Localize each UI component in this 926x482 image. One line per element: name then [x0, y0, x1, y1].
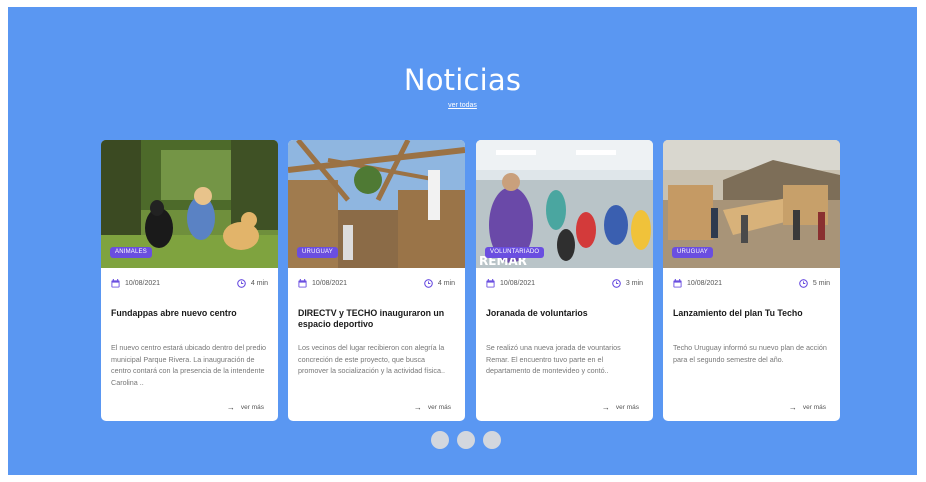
see-all-link-wrap: ver todas	[8, 102, 917, 109]
category-tag: VOLUNTARIADO	[485, 247, 545, 258]
card-title: Joranada de voluntarios	[486, 308, 588, 318]
carousel-pagination	[431, 431, 501, 449]
card-date: 10/08/2021	[312, 280, 348, 287]
read-more-label: ver más	[802, 404, 826, 411]
see-all-link[interactable]: ver todas	[448, 102, 477, 109]
card-title: Fundappas abre nuevo centro	[111, 308, 237, 318]
card-read-time: 4 min	[250, 280, 268, 287]
category-tag: URUGUAY	[672, 247, 713, 258]
calendar-icon	[298, 279, 307, 288]
card-date: 10/08/2021	[125, 280, 161, 287]
read-more-label: ver más	[615, 404, 639, 411]
news-card-1[interactable]: ANIMALES 10/08/2021 4 min Fundappas abre…	[101, 140, 278, 421]
read-more-link[interactable]: → ver más	[789, 403, 826, 412]
news-card-2[interactable]: URUGUAY 10/08/2021 4 min DIRECTV y TECHO…	[288, 140, 465, 421]
card-excerpt: Los vecinos del lugar recibieron con ale…	[298, 343, 446, 375]
carousel-dot-2[interactable]	[457, 431, 475, 449]
news-card-image: REMAR VOLUNTARIADO	[476, 140, 653, 268]
clock-icon	[799, 279, 808, 288]
arrow-right-icon: →	[601, 403, 610, 412]
read-more-label: ver más	[427, 404, 451, 411]
news-card-image: URUGUAY	[288, 140, 465, 268]
calendar-icon	[486, 279, 495, 288]
card-title: Lanzamiento del plan Tu Techo	[673, 308, 803, 318]
category-tag: URUGUAY	[297, 247, 338, 258]
news-card-image: ANIMALES	[101, 140, 278, 268]
card-meta: 10/08/2021 3 min	[486, 279, 643, 291]
card-date: 10/08/2021	[687, 280, 723, 287]
news-card-image: URUGUAY	[663, 140, 840, 268]
category-tag: ANIMALES	[110, 247, 152, 258]
card-meta: 10/08/2021 4 min	[111, 279, 268, 291]
card-meta: 10/08/2021 5 min	[673, 279, 830, 291]
card-title: DIRECTV y TECHO inauguraron un espacio d…	[298, 308, 445, 329]
card-read-time: 3 min	[625, 280, 643, 287]
arrow-right-icon: →	[226, 403, 235, 412]
news-card-4[interactable]: URUGUAY 10/08/2021 5 min Lanzamiento del…	[663, 140, 840, 421]
card-excerpt: El nuevo centro estará ubicado dentro de…	[111, 343, 267, 387]
card-read-time: 4 min	[437, 280, 455, 287]
read-more-link[interactable]: → ver más	[227, 403, 264, 412]
carousel-dot-3[interactable]	[483, 431, 501, 449]
carousel-dot-1[interactable]	[431, 431, 449, 449]
card-date: 10/08/2021	[500, 280, 536, 287]
news-section: Noticias ver todas ANIMALES 10/08/2021 4…	[8, 7, 917, 475]
clock-icon	[237, 279, 246, 288]
card-read-time: 5 min	[812, 280, 830, 287]
card-excerpt: Se realizó una nueva jorada de vountario…	[486, 343, 621, 375]
arrow-right-icon: →	[788, 403, 797, 412]
card-meta: 10/08/2021 4 min	[298, 279, 455, 291]
read-more-label: ver más	[240, 404, 264, 411]
read-more-link[interactable]: → ver más	[414, 403, 451, 412]
clock-icon	[424, 279, 433, 288]
calendar-icon	[673, 279, 682, 288]
calendar-icon	[111, 279, 120, 288]
section-title: Noticias	[403, 63, 522, 97]
news-card-3[interactable]: REMAR VOLUNTARIADO 10/08/2021 3 min Jora…	[476, 140, 653, 421]
read-more-link[interactable]: → ver más	[602, 403, 639, 412]
card-excerpt: Techo Uruguay informó su nuevo plan de a…	[673, 343, 827, 364]
arrow-right-icon: →	[413, 403, 422, 412]
clock-icon	[612, 279, 621, 288]
